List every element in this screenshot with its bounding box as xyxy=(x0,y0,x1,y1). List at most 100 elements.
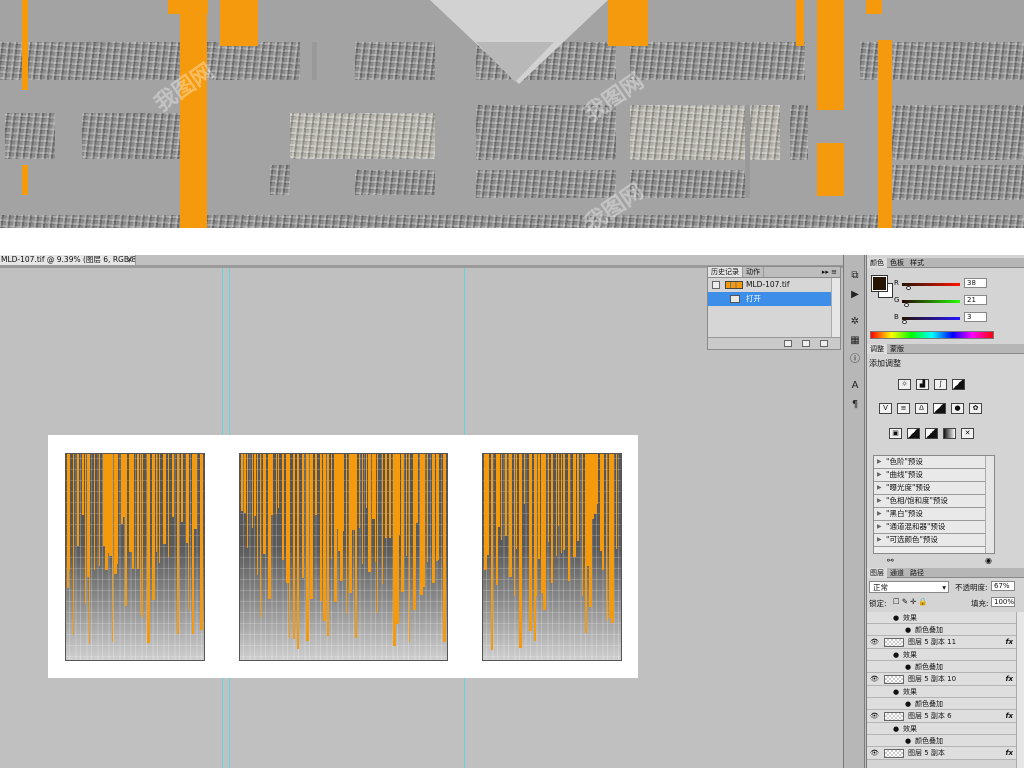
curves-icon[interactable]: ∫ xyxy=(934,379,947,390)
channel-g-value[interactable]: 21 xyxy=(964,295,987,305)
levels-icon[interactable]: ▟ xyxy=(916,379,929,390)
preset-item-channel-mixer[interactable]: "通道混和器"预设 xyxy=(874,521,994,534)
paint-drip xyxy=(577,454,579,541)
tab-actions[interactable]: 动作 xyxy=(743,267,764,277)
effects-eye-icon[interactable]: ● xyxy=(893,686,899,698)
layer-effect-row[interactable]: ● 颜色叠加 xyxy=(867,698,1024,710)
layer-row[interactable]: 👁 图层 5 副本 6 fx xyxy=(867,710,1024,723)
posterize-icon[interactable] xyxy=(907,428,920,439)
tab-swatches[interactable]: 色板 xyxy=(887,258,907,268)
brush-source-icon[interactable] xyxy=(712,281,720,289)
tab-masks[interactable]: 蒙版 xyxy=(887,344,907,354)
effects-eye-icon[interactable]: ● xyxy=(893,649,899,661)
preset-item-black-white[interactable]: "黑白"预设 xyxy=(874,508,994,521)
fx-icon[interactable]: fx xyxy=(1005,673,1013,686)
navigator-icon[interactable]: ✲ xyxy=(848,315,862,328)
eye-icon[interactable]: 👁 xyxy=(870,636,879,649)
layer-row[interactable]: 👁 图层 5 副本 fx xyxy=(867,747,1024,760)
camera-icon[interactable] xyxy=(802,340,810,347)
paragraph-icon[interactable]: ¶ xyxy=(848,398,862,411)
actions-panel-icon[interactable]: ▶ xyxy=(848,288,862,301)
layer-effect-row[interactable]: ● 颜色叠加 xyxy=(867,661,1024,673)
channel-b-slider[interactable] xyxy=(902,317,960,324)
brightness-icon[interactable]: ☼ xyxy=(898,379,911,390)
histogram-icon[interactable]: ▦ xyxy=(848,334,862,347)
eye-toggle-icon[interactable]: ◉ xyxy=(985,556,992,565)
tab-layers[interactable]: 图层 xyxy=(867,568,887,578)
eye-icon[interactable]: 👁 xyxy=(870,710,879,723)
slider-knob[interactable] xyxy=(902,320,907,324)
trash-icon[interactable] xyxy=(820,340,828,347)
layer-effects-row[interactable]: ● 效果 xyxy=(867,723,1024,735)
layer-effects-row[interactable]: ● 效果 xyxy=(867,686,1024,698)
layer-row[interactable]: 👁 图层 5 副本 10 fx xyxy=(867,673,1024,686)
tab-adjustments[interactable]: 调整 xyxy=(867,344,887,354)
layer-effect-row[interactable]: ● 颜色叠加 xyxy=(867,735,1024,747)
slider-knob[interactable] xyxy=(906,286,911,290)
opacity-input[interactable]: 67% xyxy=(991,581,1015,591)
panel-menu-icon[interactable]: ▸▸ ≡ xyxy=(822,267,837,277)
paint-drip xyxy=(409,454,410,642)
presets-scrollbar[interactable] xyxy=(985,456,994,553)
fx-icon[interactable]: fx xyxy=(1005,710,1013,723)
effect-eye-icon[interactable]: ● xyxy=(905,661,911,673)
preset-item-selective-color[interactable]: "可选颜色"预设 xyxy=(874,534,994,547)
tab-channels[interactable]: 通道 xyxy=(887,568,907,578)
history-scrollbar[interactable] xyxy=(831,278,840,338)
preset-item-exposure[interactable]: "曝光度"预设 xyxy=(874,482,994,495)
effect-eye-icon[interactable]: ● xyxy=(905,698,911,710)
vibrance-icon[interactable]: V xyxy=(879,403,892,414)
history-panel-icon[interactable]: ⧉ xyxy=(848,269,862,282)
channel-r-value[interactable]: 38 xyxy=(964,278,987,288)
info-icon[interactable]: ⓘ xyxy=(848,353,862,366)
clip-layer-icon[interactable]: ⚯ xyxy=(887,556,894,565)
tab-color[interactable]: 颜色 xyxy=(867,258,887,268)
effect-eye-icon[interactable]: ● xyxy=(905,624,911,636)
slider-knob[interactable] xyxy=(904,303,909,307)
selective-color-icon[interactable]: ✕ xyxy=(961,428,974,439)
foreground-color-swatch[interactable] xyxy=(871,275,888,292)
close-icon[interactable]: × xyxy=(127,255,133,265)
effect-eye-icon[interactable]: ● xyxy=(905,735,911,747)
eye-icon[interactable]: 👁 xyxy=(870,673,879,686)
tab-styles[interactable]: 样式 xyxy=(907,258,927,268)
photo-filter-icon[interactable]: ● xyxy=(951,403,964,414)
fx-icon[interactable]: fx xyxy=(1005,636,1013,649)
channel-r-slider[interactable] xyxy=(902,283,960,290)
effects-eye-icon[interactable]: ● xyxy=(893,723,899,735)
layer-effects-row[interactable]: ● 效果 xyxy=(867,612,1024,624)
layers-scrollbar[interactable] xyxy=(1016,612,1024,768)
eye-icon[interactable]: 👁 xyxy=(870,747,879,760)
black-white-icon[interactable] xyxy=(933,403,946,414)
lock-options-icons[interactable]: ☐✎✛🔒 xyxy=(893,597,930,606)
document-tab[interactable]: MLD-107.tif @ 9.39% (图层 6, RGB/8) × xyxy=(0,255,136,265)
hue-saturation-icon[interactable]: ≡ xyxy=(897,403,910,414)
new-document-from-state-icon[interactable] xyxy=(784,340,792,347)
channel-b-value[interactable]: 3 xyxy=(964,312,987,322)
preset-item-levels[interactable]: "色阶"预设 xyxy=(874,456,994,469)
preset-item-hue-saturation[interactable]: "色相/饱和度"预设 xyxy=(874,495,994,508)
history-snapshot[interactable]: MLD-107.tif xyxy=(708,278,840,292)
history-step[interactable]: 打开 xyxy=(708,292,840,306)
tab-paths[interactable]: 路径 xyxy=(907,568,927,578)
gradient-map-icon[interactable] xyxy=(943,428,956,439)
color-balance-icon[interactable]: ♎ xyxy=(915,403,928,414)
channel-mixer-icon[interactable]: ✿ xyxy=(969,403,982,414)
fill-input[interactable]: 100% xyxy=(991,597,1015,607)
document-canvas[interactable] xyxy=(48,435,638,678)
channel-g-slider[interactable] xyxy=(902,300,960,307)
color-spectrum-bar[interactable] xyxy=(870,331,994,339)
layer-effects-row[interactable]: ● 效果 xyxy=(867,649,1024,661)
character-icon[interactable]: A xyxy=(848,379,862,392)
layer-row[interactable]: 👁 图层 5 副本 11 fx xyxy=(867,636,1024,649)
tab-history[interactable]: 历史记录 xyxy=(708,267,743,277)
layer-effect-row[interactable]: ● 颜色叠加 xyxy=(867,624,1024,636)
fx-icon[interactable]: fx xyxy=(1005,747,1013,760)
invert-icon[interactable]: ▣ xyxy=(889,428,902,439)
effects-eye-icon[interactable]: ● xyxy=(893,612,899,624)
exposure-icon[interactable] xyxy=(952,379,965,390)
preset-item-curves[interactable]: "曲线"预设 xyxy=(874,469,994,482)
blend-mode-select[interactable]: 正常 ▾ xyxy=(869,581,949,593)
threshold-icon[interactable] xyxy=(925,428,938,439)
artwork-panel-right xyxy=(482,453,622,661)
